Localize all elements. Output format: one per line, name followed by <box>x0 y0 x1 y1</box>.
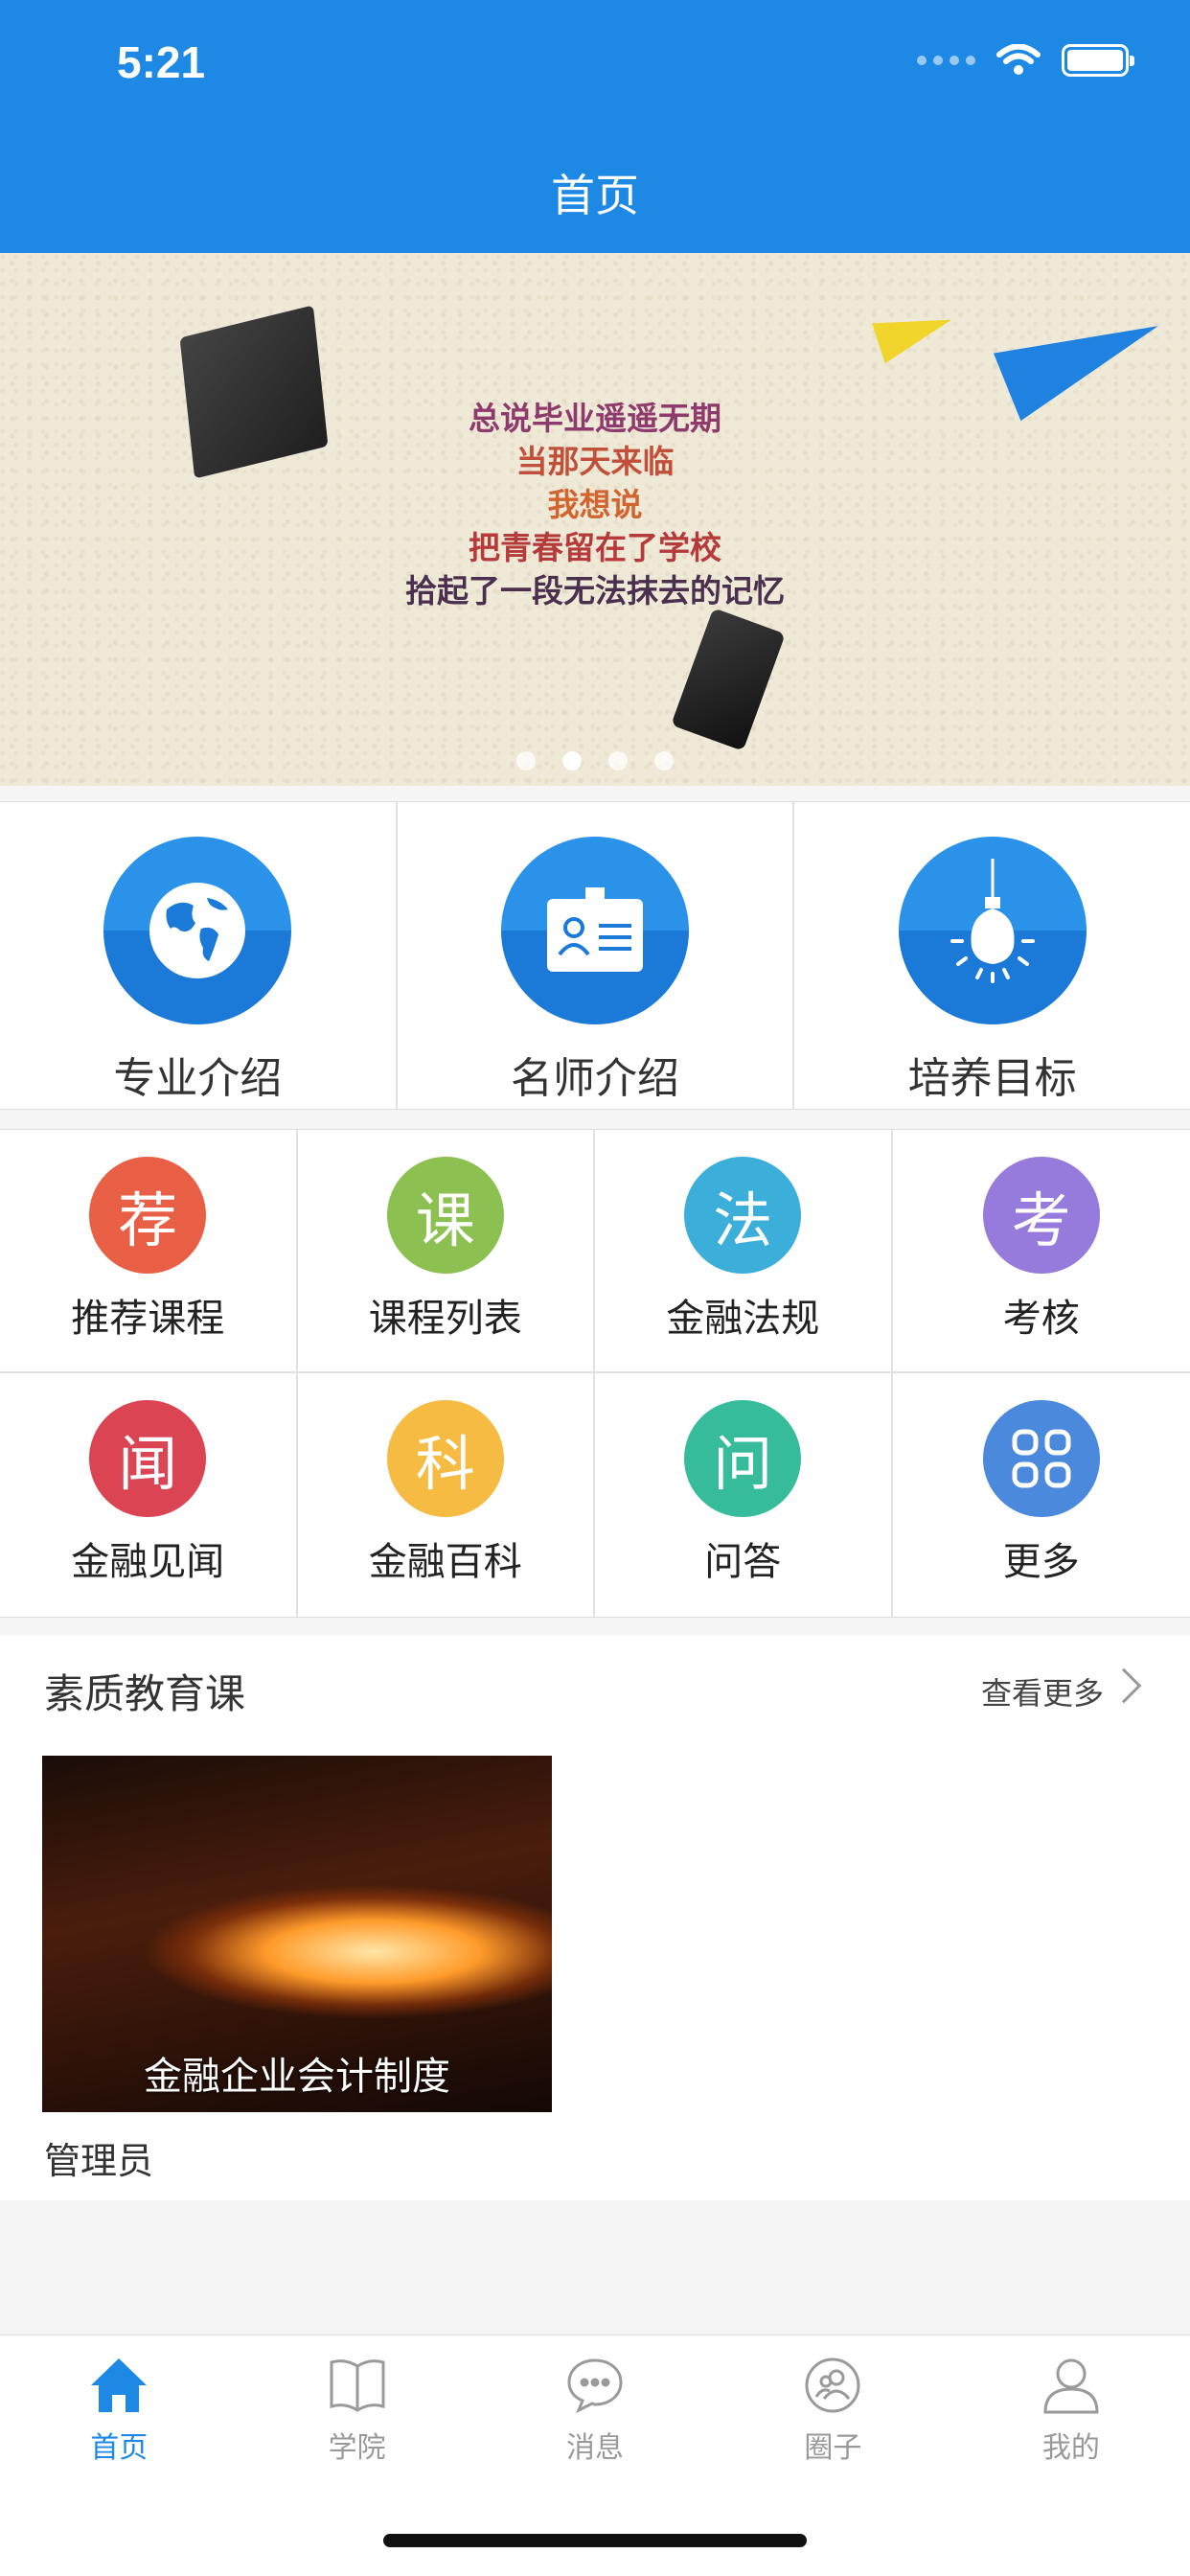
banner-line: 把青春留在了学校 <box>469 529 721 566</box>
home-icon <box>91 2358 148 2412</box>
feature-label: 培养目标 <box>907 1054 1077 1103</box>
course-card[interactable]: 金融企业会计制度 <box>42 1756 552 2112</box>
question-icon: 问 <box>684 1400 802 1517</box>
battery-icon <box>1062 44 1134 77</box>
menu-label: 金融法规 <box>666 1297 820 1341</box>
carousel-dot[interactable] <box>608 751 628 770</box>
book-icon <box>330 2359 385 2412</box>
law-icon: 法 <box>684 1157 802 1274</box>
menu-label: 问答 <box>704 1540 782 1584</box>
group-icon <box>805 2358 860 2413</box>
menu-finance-news[interactable]: 闻 金融见闻 <box>0 1373 298 1617</box>
graduation-cap-image <box>671 608 786 751</box>
globe-icon <box>103 837 292 1024</box>
carousel-dot-active[interactable] <box>562 751 582 770</box>
quality-education-section: 素质教育课 查看更多 金融企业会计制度 管理员 <box>0 1635 1190 2200</box>
menu-label: 更多 <box>1002 1540 1080 1584</box>
signal-icon <box>917 56 975 65</box>
carousel-dot[interactable] <box>654 751 674 770</box>
id-card-icon <box>501 837 689 1024</box>
status-time: 5:21 <box>117 37 206 87</box>
carousel-dot[interactable] <box>516 751 536 770</box>
paper-plane-icon <box>872 299 958 364</box>
tab-label: 我的 <box>1041 2431 1100 2465</box>
banner-text: 总说毕业遥遥无期 当那天来临 我想说 把青春留在了学校 拾起了一段无法抹去的记忆 <box>0 397 1190 612</box>
menu-grid: 荐 推荐课程 课 课程列表 法 金融法规 考 考核 闻 金融见闻 科 金融百科 … <box>0 1129 1190 1618</box>
encyclopedia-icon: 科 <box>386 1400 504 1517</box>
menu-course-list[interactable]: 课 课程列表 <box>297 1130 595 1373</box>
tab-label: 学院 <box>328 2431 386 2465</box>
tab-home[interactable]: 首页 <box>0 2335 238 2576</box>
banner-carousel[interactable]: 总说毕业遥遥无期 当那天来临 我想说 把青春留在了学校 拾起了一段无法抹去的记忆 <box>0 253 1190 786</box>
recommend-icon: 荐 <box>89 1157 207 1274</box>
carousel-indicator <box>0 751 1190 770</box>
lightbulb-icon <box>898 837 1087 1024</box>
menu-qa[interactable]: 问 问答 <box>595 1373 893 1617</box>
menu-finance-encyclopedia[interactable]: 科 金融百科 <box>298 1373 595 1617</box>
menu-more[interactable]: 更多 <box>893 1373 1190 1617</box>
exam-icon: 考 <box>982 1157 1100 1274</box>
home-indicator[interactable] <box>383 2534 807 2547</box>
menu-label: 课程列表 <box>368 1297 522 1341</box>
menu-label: 推荐课程 <box>71 1297 225 1341</box>
page-title: 首页 <box>551 170 639 221</box>
feature-label: 名师介绍 <box>511 1054 679 1103</box>
chat-icon <box>567 2358 623 2414</box>
feature-training-goal[interactable]: 培养目标 <box>794 802 1190 1109</box>
menu-finance-regulations[interactable]: 法 金融法规 <box>595 1130 893 1373</box>
tab-label: 消息 <box>566 2431 625 2465</box>
top-bar: 5:21 首页 <box>0 0 1190 253</box>
wifi-icon <box>996 44 1041 75</box>
tab-label: 圈子 <box>804 2431 862 2465</box>
menu-label: 考核 <box>1002 1297 1080 1341</box>
feature-teacher-intro[interactable]: 名师介绍 <box>398 802 795 1109</box>
menu-label: 金融见闻 <box>71 1540 225 1584</box>
course-icon: 课 <box>386 1157 504 1274</box>
feature-row: 专业介绍 名师介绍 培养目标 <box>0 801 1190 1110</box>
menu-label: 金融百科 <box>368 1540 522 1584</box>
banner-line: 拾起了一段无法抹去的记忆 <box>405 572 785 610</box>
feature-major-intro[interactable]: 专业介绍 <box>0 802 398 1109</box>
menu-recommended-courses[interactable]: 荐 推荐课程 <box>0 1130 298 1373</box>
feature-label: 专业介绍 <box>113 1054 283 1103</box>
banner-line: 当那天来临 <box>515 443 675 480</box>
course-title: 金融企业会计制度 <box>144 2055 450 2099</box>
tab-label: 首页 <box>90 2431 149 2465</box>
chevron-right-icon[interactable] <box>1106 1668 1142 1704</box>
news-icon: 闻 <box>89 1400 207 1517</box>
banner-line: 我想说 <box>547 486 643 523</box>
menu-assessment[interactable]: 考 考核 <box>892 1130 1190 1373</box>
section-title: 素质教育课 <box>44 1670 246 1717</box>
user-icon <box>1043 2358 1099 2414</box>
banner-line: 总说毕业遥遥无期 <box>469 400 721 437</box>
grid-icon <box>982 1400 1100 1517</box>
see-more-link[interactable]: 查看更多 <box>981 1669 1104 1714</box>
course-author: 管理员 <box>44 2140 154 2182</box>
tab-mine[interactable]: 我的 <box>952 2335 1190 2576</box>
status-icons <box>917 44 1134 77</box>
